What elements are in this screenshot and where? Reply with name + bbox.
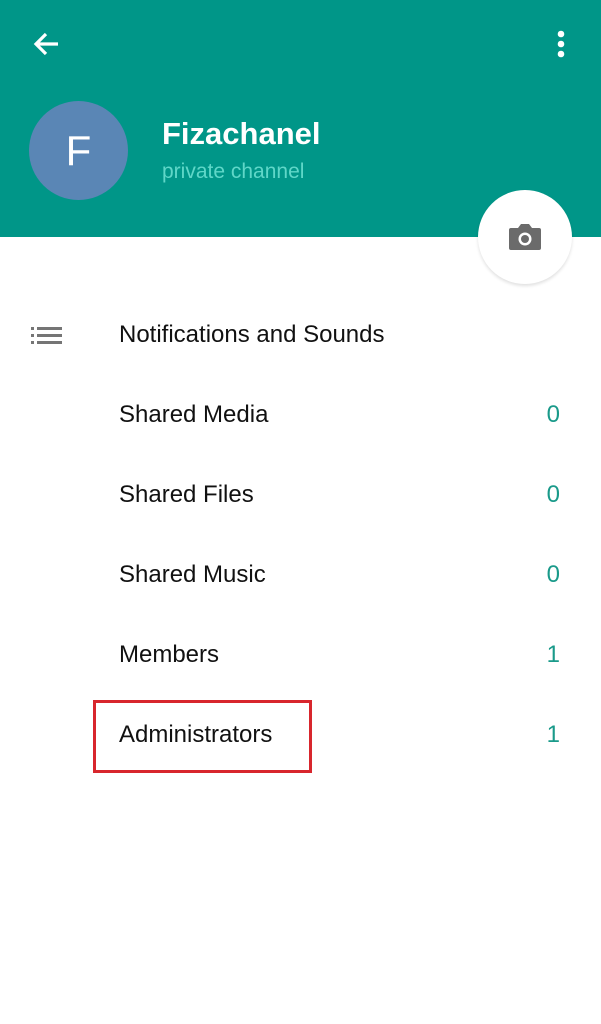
channel-subtitle: private channel <box>162 160 305 183</box>
shared-media-item[interactable]: Shared Media 0 <box>0 377 601 457</box>
channel-title: Fizachanel <box>162 116 321 151</box>
avatar-letter: F <box>65 126 92 174</box>
arrow-left-icon <box>33 32 58 56</box>
item-count: 0 <box>546 561 560 588</box>
notifications-and-sounds-item[interactable]: Notifications and Sounds <box>0 297 601 377</box>
more-options-button[interactable] <box>548 26 574 64</box>
camera-icon <box>509 224 541 250</box>
highlight-box <box>93 700 312 773</box>
shared-files-item[interactable]: Shared Files 0 <box>0 457 601 537</box>
members-item[interactable]: Members 1 <box>0 617 601 697</box>
item-count: 0 <box>546 481 560 508</box>
item-count: 1 <box>546 641 560 668</box>
item-label: Shared Media <box>119 401 269 428</box>
list-icon <box>31 327 62 344</box>
item-label: Members <box>119 641 220 668</box>
item-label: Notifications and Sounds <box>119 321 385 348</box>
shared-music-item[interactable]: Shared Music 0 <box>0 537 601 617</box>
item-label: Shared Music <box>119 561 266 588</box>
back-button[interactable] <box>28 26 66 64</box>
item-count: 0 <box>546 401 560 428</box>
avatar[interactable]: F <box>29 101 128 200</box>
item-count: 1 <box>546 721 560 748</box>
more-vertical-icon <box>557 30 565 58</box>
item-label: Shared Files <box>119 481 254 508</box>
set-photo-button[interactable] <box>478 190 572 284</box>
